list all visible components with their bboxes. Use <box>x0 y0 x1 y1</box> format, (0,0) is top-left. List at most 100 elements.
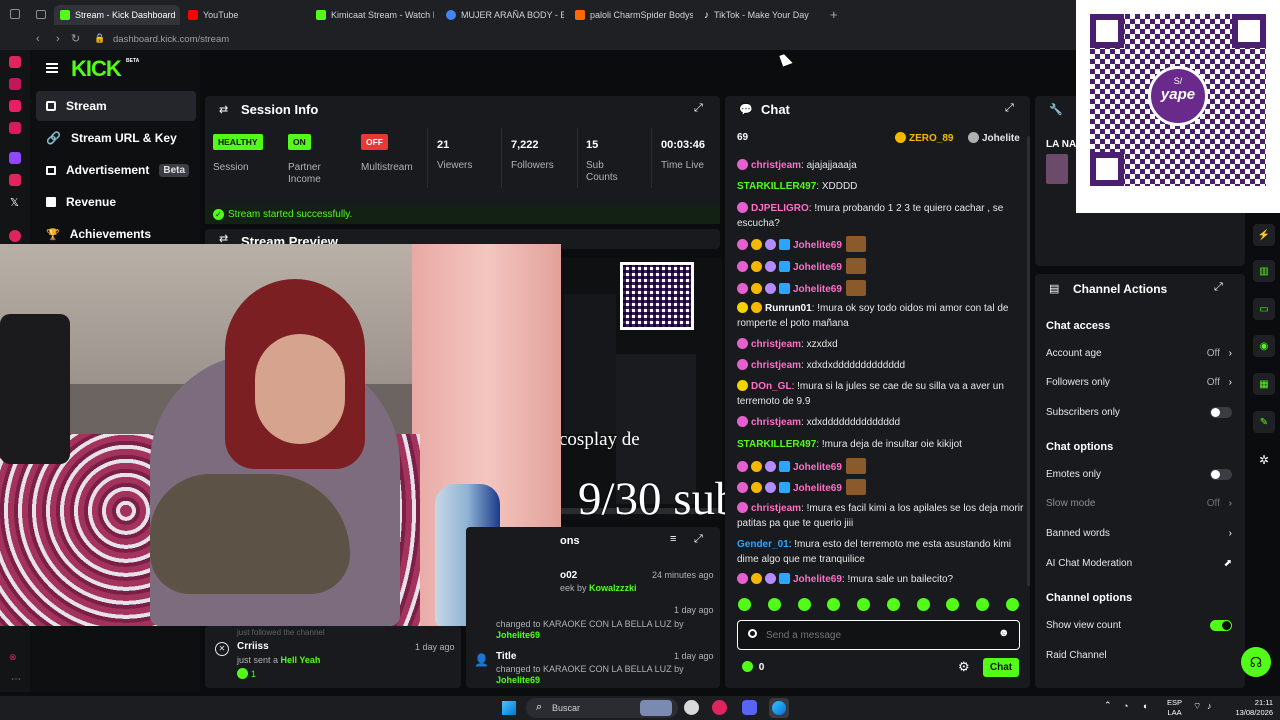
chat-message[interactable]: Johelite69 <box>737 458 1027 475</box>
chat-message[interactable]: DOn_GL: !mura si la jules se cae de su s… <box>737 379 1027 409</box>
discord-icon[interactable] <box>742 700 757 715</box>
nav-stream[interactable]: Stream <box>36 91 196 121</box>
emote-icon[interactable] <box>827 598 841 611</box>
chat-rules-icon[interactable] <box>748 629 757 638</box>
help-support-icon[interactable]: ☊ <box>1241 647 1271 677</box>
reload-icon[interactable]: ↻ <box>71 32 80 45</box>
channel-points[interactable]: 0 <box>742 661 764 673</box>
side-app-icon[interactable]: ⊗ <box>9 652 17 663</box>
quick-action-icon[interactable]: ⚡ <box>1253 224 1275 246</box>
taskbar-search-box[interactable]: ⌕ Buscar <box>526 698 678 718</box>
emote-icon[interactable] <box>797 598 811 611</box>
new-tab-button[interactable]: + <box>830 7 838 22</box>
tab-list-icon[interactable] <box>36 10 46 19</box>
emote-icon[interactable] <box>1005 598 1019 611</box>
wifi-icon[interactable]: ⌔ <box>1193 701 1201 712</box>
tray-chevron-icon[interactable]: ⌃ <box>1104 700 1112 711</box>
wrench-icon[interactable]: ✎ <box>1253 411 1275 433</box>
followers-only-row[interactable]: Followers only Off › <box>1046 377 1232 388</box>
chat-username[interactable]: Johelite69 <box>793 240 842 251</box>
channel-thumbnail[interactable] <box>1046 154 1068 184</box>
ai-chat-moderation-row[interactable]: AI Chat Moderation ⬈ <box>1046 558 1232 569</box>
chat-username[interactable]: Johelite69 <box>793 284 842 295</box>
nav-revenue[interactable]: Revenue <box>36 187 196 217</box>
taskbar-active-app[interactable] <box>769 698 789 718</box>
chat-message[interactable]: Johelite69 <box>737 236 1027 253</box>
emoji-icon[interactable]: ☻ <box>998 627 1010 639</box>
session-drag-icon[interactable]: ⇄ <box>219 103 228 116</box>
window-menu-icon[interactable] <box>10 9 20 19</box>
twitch-icon[interactable] <box>9 152 21 164</box>
chat-message[interactable]: Johelite69 <box>737 258 1027 275</box>
chat-username[interactable]: Johelite69 <box>793 462 842 473</box>
raid-channel-row[interactable]: Raid Channel <box>1046 650 1232 661</box>
chat-message[interactable]: Johelite69: !mura sale un bailecito? <box>737 572 1027 587</box>
chat-input-box[interactable]: ☻ <box>737 620 1020 650</box>
emote-icon[interactable] <box>976 598 990 611</box>
chat-username[interactable]: christjeam <box>751 360 801 371</box>
chat-message[interactable]: Runrun01: !mura ok soy todo oidos mi amo… <box>737 301 1027 331</box>
side-app-icon[interactable] <box>9 230 21 242</box>
show-view-count-row[interactable]: Show view count <box>1046 620 1232 631</box>
chat-username[interactable]: christjeam <box>751 503 801 514</box>
settings-icon[interactable]: ✲ <box>1259 453 1269 467</box>
chat-username[interactable]: christjeam <box>751 339 801 350</box>
popout-icon[interactable]: ⤢ <box>1005 102 1014 115</box>
popout-icon[interactable]: ⤢ <box>1214 281 1223 294</box>
windows-start-icon[interactable] <box>502 701 516 715</box>
back-icon[interactable]: ‹ <box>36 33 40 45</box>
subscribers-only-toggle[interactable] <box>1210 407 1232 418</box>
slow-mode-row[interactable]: Slow mode Off › <box>1046 498 1232 509</box>
chat-username[interactable]: DJPELIGRO <box>751 203 809 214</box>
tray-app-icon[interactable]: ◐ <box>1143 701 1148 711</box>
layout-icon[interactable]: ▦ <box>1253 373 1275 395</box>
side-app-icon[interactable] <box>9 100 21 112</box>
chat-username[interactable]: STARKILLER497 <box>737 439 816 450</box>
chat-message[interactable]: DJPELIGRO: !mura probando 1 2 3 te quier… <box>737 201 1027 231</box>
send-chat-button[interactable]: Chat <box>983 658 1019 677</box>
chat-message[interactable]: Johelite69 <box>737 280 1027 297</box>
kick-logo[interactable]: KICK <box>71 56 122 82</box>
chat-username[interactable]: DOn_GL <box>751 381 792 392</box>
chat-message[interactable]: christjeam: xzxdxd <box>737 337 1027 352</box>
chat-username[interactable]: Johelite69 <box>793 574 842 585</box>
side-app-icon[interactable] <box>9 78 21 90</box>
x-icon[interactable]: 𝕏 <box>10 196 19 209</box>
emotes-only-toggle[interactable] <box>1210 469 1232 480</box>
popout-icon[interactable]: ⤢ <box>694 102 703 115</box>
language-indicator[interactable]: ESP LAA <box>1167 698 1182 718</box>
top-user[interactable]: Johelite <box>968 132 1020 144</box>
side-app-icon[interactable] <box>9 174 21 186</box>
notes-icon[interactable]: ▥ <box>1253 260 1275 282</box>
chat-settings-icon[interactable]: ⚙ <box>958 659 970 675</box>
subscribers-only-row[interactable]: Subscribers only <box>1046 407 1232 418</box>
tab-mujer-arana[interactable]: MUJER ARAÑA BODY - Bu <box>446 5 564 25</box>
chat-username[interactable]: christjeam <box>751 417 801 428</box>
side-app-icon[interactable] <box>9 122 21 134</box>
hamburger-menu-icon[interactable] <box>46 63 58 73</box>
forward-icon[interactable]: › <box>56 33 60 45</box>
chat-username[interactable]: Gender_01 <box>737 539 789 550</box>
banned-words-row[interactable]: Banned words › <box>1046 528 1232 539</box>
emotes-only-row[interactable]: Emotes only <box>1046 469 1232 480</box>
taskbar-app-icon[interactable] <box>684 700 699 715</box>
chat-message-input[interactable] <box>766 627 986 643</box>
chat-message[interactable]: STARKILLER497: !mura deja de insultar oi… <box>737 437 1027 452</box>
emote-icon[interactable] <box>767 598 781 611</box>
chat-username[interactable]: Johelite69 <box>793 262 842 273</box>
clock[interactable]: 21:11 13/08/2026 <box>1225 698 1273 718</box>
tab-kick-dashboard[interactable]: Stream - Kick Dashboard ✕ <box>54 5 180 25</box>
chat-message[interactable]: Johelite69 <box>737 479 1027 496</box>
filter-icon[interactable]: ≡ <box>670 533 676 545</box>
chat-message[interactable]: STARKILLER497: XDDDD <box>737 179 1027 194</box>
chat-username[interactable]: Runrun01 <box>765 303 812 314</box>
top-user[interactable]: ZERO_89 <box>895 132 953 144</box>
emote-icon[interactable] <box>886 598 900 611</box>
chat-icon[interactable]: ▭ <box>1253 298 1275 320</box>
chat-message[interactable]: christjeam: xdxdxddddddddddddd <box>737 358 1027 373</box>
chat-message[interactable]: christjeam: !mura es facil kimi a los ap… <box>737 501 1027 531</box>
account-age-row[interactable]: Account age Off › <box>1046 348 1232 359</box>
chat-username[interactable]: STARKILLER497 <box>737 181 816 192</box>
tab-kimicaat[interactable]: Kimicaat Stream - Watch L <box>316 5 434 25</box>
nav-stream-url-key[interactable]: 🔗 Stream URL & Key <box>36 123 196 153</box>
